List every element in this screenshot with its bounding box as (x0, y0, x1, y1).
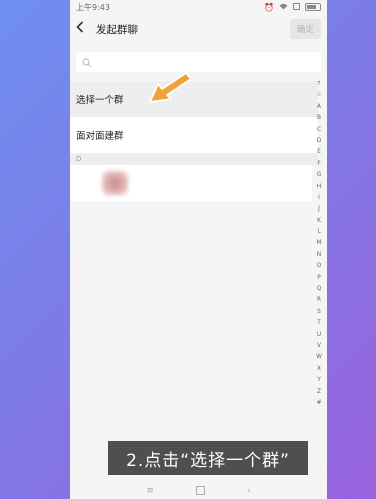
index-letter[interactable]: R (317, 298, 321, 304)
index-letter[interactable]: G (317, 172, 322, 179)
index-letter[interactable]: I (318, 195, 320, 202)
search-icon (82, 53, 92, 72)
index-letter[interactable]: # (317, 400, 322, 407)
status-bar: 上午9:43 ⏰ (70, 0, 327, 14)
index-letter[interactable]: Z (317, 389, 321, 396)
index-letter[interactable]: F (317, 161, 320, 168)
list-item-face-to-face-group[interactable]: 面对面建群 (70, 117, 318, 153)
nav-back-icon[interactable]: ‹ (247, 486, 251, 496)
index-letter[interactable]: E (317, 150, 321, 156)
nav-menu-icon[interactable]: ≡ (146, 486, 154, 496)
index-letter[interactable]: S (317, 309, 321, 316)
index-letter[interactable]: ☆ (316, 93, 321, 99)
index-letter[interactable]: L (317, 229, 320, 236)
list-item-label: 选择一个群 (76, 95, 124, 106)
index-letter[interactable]: U (317, 332, 321, 339)
list-item-select-group[interactable]: 选择一个群 (70, 81, 318, 117)
index-letter[interactable]: D (317, 138, 321, 145)
index-letter[interactable]: A (317, 104, 321, 111)
arrow-icon (148, 70, 194, 110)
search-input[interactable] (76, 52, 321, 72)
index-letter[interactable]: M (316, 241, 321, 247)
sim-icon (293, 2, 300, 12)
index-letter[interactable]: O (317, 263, 322, 270)
battery-icon (305, 3, 321, 11)
index-letter[interactable]: ↑ (317, 81, 322, 88)
index-letter[interactable]: H (317, 184, 321, 191)
index-letter[interactable]: W (316, 355, 322, 361)
back-icon[interactable] (76, 21, 92, 37)
index-letter[interactable]: N (317, 252, 321, 259)
index-letter[interactable]: Q (317, 286, 322, 293)
index-letter[interactable]: K (317, 218, 321, 225)
status-time: 上午9:43 (76, 2, 110, 12)
index-letter[interactable]: C (317, 127, 321, 134)
system-nav-bar: ≡ ‹ (70, 482, 327, 499)
confirm-button[interactable]: 确定 (289, 19, 321, 39)
index-letter[interactable]: B (317, 115, 321, 122)
section-header: D (70, 153, 318, 165)
avatar (102, 171, 128, 195)
index-letter[interactable]: T (317, 320, 321, 327)
header: 发起群聊 确定 (70, 14, 327, 44)
wifi-icon (279, 3, 288, 12)
nav-home-icon[interactable] (195, 486, 205, 495)
alarm-icon: ⏰ (264, 2, 274, 12)
phone-screen: 上午9:43 ⏰ 发起群聊 确定 选择一个群 面对面建群 D ↑ ☆ A B C… (70, 0, 327, 499)
alphabet-index-bar[interactable]: ↑ ☆ A B C D E F G H I J K L M N O P Q R S T U V W X Y Z # (313, 81, 325, 407)
index-letter[interactable]: V (317, 343, 321, 350)
index-letter[interactable]: Y (317, 377, 321, 384)
instruction-caption: 2.点击“选择一个群” (108, 441, 308, 475)
index-letter[interactable]: J (318, 206, 320, 213)
list-item-label: 面对面建群 (76, 131, 124, 142)
status-icons: ⏰ (264, 2, 321, 12)
index-letter[interactable]: P (317, 275, 321, 282)
page-title: 发起群聊 (96, 23, 138, 36)
index-letter[interactable]: X (317, 366, 321, 373)
contact-row[interactable] (70, 165, 312, 201)
